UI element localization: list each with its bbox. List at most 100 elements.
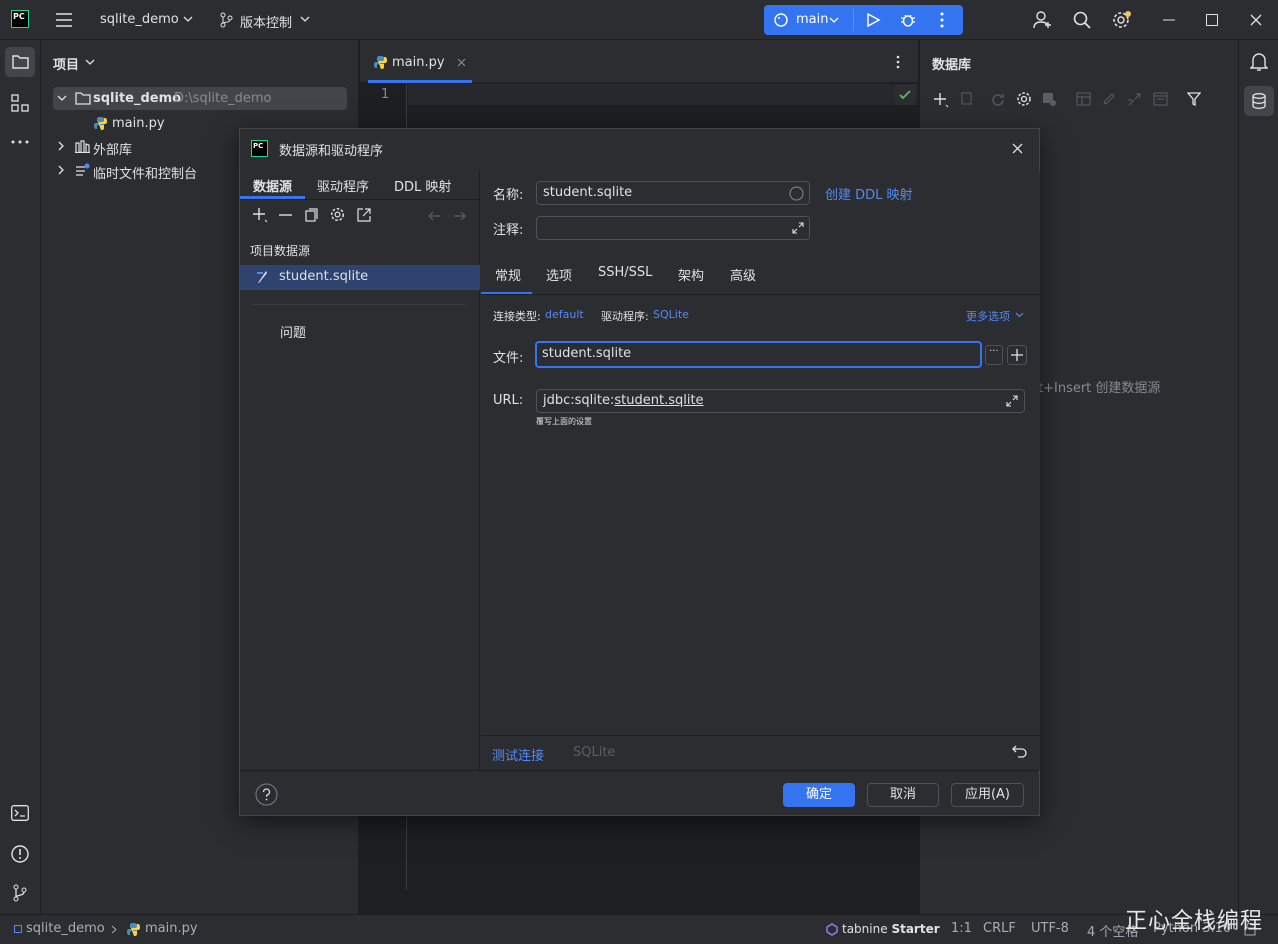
test-connection-link[interactable]: 测试连接 [492, 745, 544, 764]
tree-row-root[interactable]: sqlite_demo D:\sqlite_demo [53, 87, 347, 110]
editor-tab-bar: main.py [360, 40, 918, 83]
inspection-ok-indicator[interactable] [895, 85, 915, 105]
duplicate-icon[interactable] [305, 208, 318, 222]
python-icon [774, 13, 788, 27]
settings-icon[interactable] [1112, 10, 1134, 30]
status-line-separator[interactable]: CRLF [983, 921, 1016, 936]
connection-type-value[interactable]: default [545, 308, 584, 321]
more-vertical-icon[interactable] [896, 55, 900, 69]
title-bar: PC sqlite_demo 版本控制 main [0, 0, 1278, 40]
database-panel-hint: t+Insert 创建数据源 [1038, 381, 1161, 396]
tab-schemas[interactable]: 架构 [678, 265, 704, 284]
branch-icon [220, 12, 233, 28]
forward-arrow-icon[interactable] [453, 211, 467, 221]
properties-icon[interactable] [1016, 91, 1032, 107]
python-file-icon [127, 923, 140, 936]
python-file-icon [374, 56, 387, 69]
url-file-link[interactable]: student.sqlite [614, 393, 703, 408]
undo-icon[interactable] [1012, 745, 1027, 758]
status-file[interactable]: main.py [145, 921, 198, 936]
scratches-icon [76, 163, 90, 176]
ok-button[interactable]: 确定 [783, 783, 855, 807]
run-icon[interactable] [865, 12, 881, 28]
close-icon[interactable] [1012, 143, 1023, 154]
stop-icon[interactable] [1042, 92, 1057, 107]
structure-icon[interactable] [11, 94, 29, 112]
main-menu-icon[interactable] [55, 11, 73, 29]
file-field[interactable]: student.sqlite [535, 341, 982, 368]
project-tool-button[interactable] [5, 47, 35, 77]
filter-icon[interactable] [1187, 92, 1201, 106]
expand-icon[interactable] [1006, 395, 1018, 407]
close-tab-icon[interactable] [457, 58, 466, 67]
tab-drivers[interactable]: 驱动程序 [317, 176, 369, 195]
project-panel-title[interactable]: 项目 [53, 54, 79, 73]
chevron-right-icon [111, 925, 117, 934]
more-horizontal-icon[interactable] [11, 140, 29, 144]
driver-value[interactable]: SQLite [653, 308, 689, 321]
more-vertical-icon[interactable] [940, 12, 944, 28]
folder-icon [12, 55, 29, 69]
right-tool-strip [1238, 40, 1278, 914]
refresh-icon[interactable] [990, 92, 1006, 108]
chevron-down-icon [57, 95, 67, 101]
apply-button[interactable]: 应用(A) [951, 783, 1024, 807]
copy-icon[interactable] [959, 92, 973, 106]
tab-data-sources[interactable]: 数据源 [240, 171, 305, 199]
status-tabnine[interactable]: tabnine Starter [842, 922, 940, 936]
export-icon[interactable] [357, 208, 371, 222]
console-icon[interactable] [1153, 92, 1168, 106]
vcs-selector[interactable]: 版本控制 [240, 12, 292, 31]
jump-icon[interactable] [1127, 92, 1142, 107]
status-encoding[interactable]: UTF-8 [1031, 921, 1069, 936]
url-field[interactable]: jdbc:sqlite:student.sqlite [536, 389, 1025, 413]
run-config-selector[interactable]: main [796, 12, 828, 27]
back-arrow-icon[interactable] [427, 211, 441, 221]
chevron-right-icon [58, 165, 64, 175]
status-project[interactable]: sqlite_demo [26, 921, 105, 936]
tab-advanced[interactable]: 高级 [730, 265, 756, 284]
help-icon[interactable] [255, 783, 278, 806]
left-tool-strip [0, 40, 41, 914]
minimize-icon[interactable] [1163, 19, 1175, 21]
pycharm-logo[interactable]: PC [11, 10, 29, 28]
search-icon[interactable] [1073, 11, 1091, 29]
close-window-icon[interactable] [1250, 14, 1262, 26]
database-tool-button[interactable] [1244, 86, 1274, 116]
problems-item[interactable]: 问题 [280, 322, 306, 341]
tab-options[interactable]: 选项 [546, 265, 572, 284]
add-user-icon[interactable] [1033, 10, 1053, 30]
tab-ssh-ssl[interactable]: SSH/SSL [598, 265, 652, 280]
dialog-left-pane: 数据源 驱动程序 DDL 映射 项目数据源 student.sqlite 问题 [240, 171, 480, 770]
create-ddl-mapping-link[interactable]: 创建 DDL 映射 [825, 184, 913, 203]
more-options-link[interactable]: 更多选项 [966, 308, 1010, 324]
edit-icon[interactable] [1102, 92, 1116, 106]
add-icon[interactable] [252, 207, 268, 223]
status-position[interactable]: 1:1 [951, 921, 972, 936]
maximize-icon[interactable] [1206, 14, 1218, 26]
expand-icon[interactable] [792, 222, 804, 234]
remove-icon[interactable] [279, 214, 292, 216]
name-field[interactable]: student.sqlite [536, 181, 810, 205]
table-icon[interactable] [1076, 92, 1091, 106]
terminal-icon[interactable] [11, 805, 29, 821]
folder-icon [75, 92, 91, 105]
project-selector[interactable]: sqlite_demo [100, 12, 179, 27]
problems-icon[interactable] [11, 845, 29, 863]
git-icon[interactable] [12, 884, 28, 902]
settings-icon[interactable] [330, 207, 345, 222]
notifications-icon[interactable] [1250, 52, 1268, 72]
chevron-down-icon [183, 16, 193, 22]
comment-field[interactable] [536, 216, 810, 240]
add-icon[interactable] [933, 92, 949, 108]
data-source-item[interactable]: student.sqlite [240, 265, 480, 290]
connection-type-label: 连接类型: [493, 310, 541, 323]
browse-file-button[interactable]: ··· [985, 345, 1003, 365]
color-circle-icon[interactable] [789, 186, 804, 201]
tab-ddl-mappings[interactable]: DDL 映射 [394, 176, 451, 195]
cancel-button[interactable]: 取消 [867, 783, 939, 807]
editor-tab-main-py[interactable]: main.py [368, 40, 472, 83]
add-file-icon[interactable] [1007, 345, 1027, 365]
debug-icon[interactable] [900, 12, 916, 28]
tab-general[interactable]: 常规 [481, 253, 532, 295]
